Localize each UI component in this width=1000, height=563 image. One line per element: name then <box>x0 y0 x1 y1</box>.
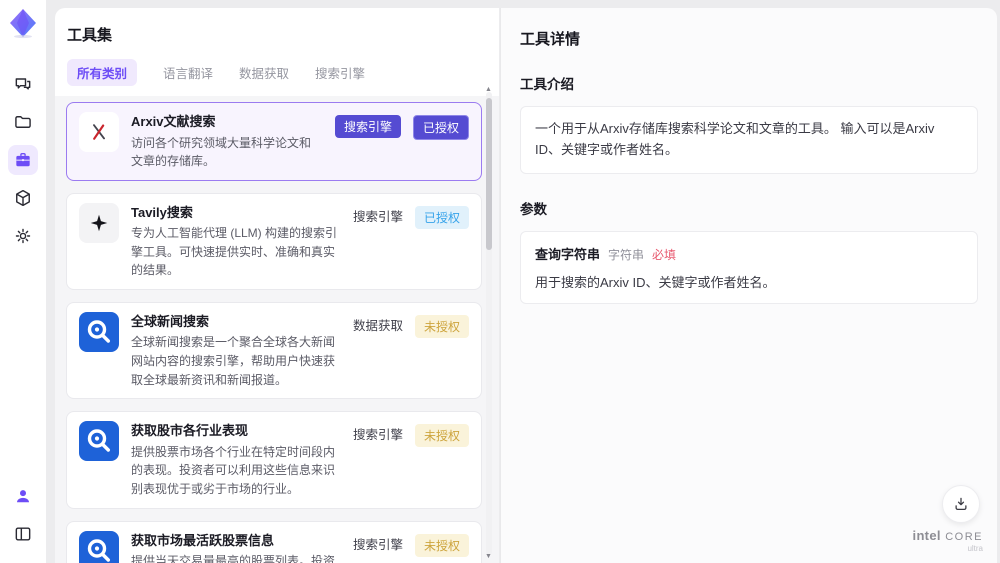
nav-collapse-panel[interactable] <box>8 519 38 549</box>
status-badge: 已授权 <box>414 205 469 229</box>
download-icon <box>955 497 967 510</box>
app-logo-icon <box>10 9 36 39</box>
chat-icon <box>15 78 31 90</box>
nav-user[interactable] <box>8 481 38 511</box>
param-description: 用于搜索的Arxiv ID、关键字或作者姓名。 <box>535 274 776 290</box>
search-logo-icon <box>79 311 119 352</box>
tool-name: Tavily搜索 <box>131 204 193 220</box>
tavily-star-icon <box>79 202 119 243</box>
left-nav-rail <box>0 0 46 563</box>
tool-detail-pane: 工具详情 工具介绍 一个用于从Arxiv存储库搜索科学论文和文章的工具。 输入可… <box>500 8 997 563</box>
tab-data-acquisition[interactable]: 数据获取 <box>239 63 289 82</box>
category-label: 搜索引擎 <box>352 537 403 552</box>
list-scrollbar[interactable]: ▲ ▼ <box>485 86 492 560</box>
briefcase-icon <box>16 152 30 167</box>
category-tabs: 所有类别 语言翻译 数据获取 搜索引擎 <box>55 59 499 96</box>
param-required-label: 必填 <box>652 247 677 262</box>
status-badge: 已授权 <box>412 115 469 140</box>
tool-description: 提供股票市场各个行业在特定时间段内的表现。投资者可以利用这些信息来识别表现优于或… <box>131 444 336 496</box>
intro-heading: 工具介绍 <box>520 77 574 92</box>
scroll-up-arrow[interactable]: ▲ <box>485 86 492 93</box>
category-label: 数据获取 <box>352 318 403 333</box>
status-badge: 未授权 <box>414 424 469 448</box>
param-box: 查询字符串 字符串 必填 用于搜索的Arxiv ID、关键字或作者姓名。 <box>520 230 978 304</box>
ultra-brand-text: ultra <box>967 544 983 553</box>
tool-card-arxiv[interactable]: Arxiv文献搜索 访问各个研究领域大量科学论文和文章的存储库。 搜索引擎 已授… <box>66 102 482 181</box>
tool-description: 全球新闻搜索是一个聚合全球各大新闻网站内容的搜索引擎，帮助用户快速获取全球最新资… <box>131 335 336 387</box>
detail-title: 工具详情 <box>520 31 581 48</box>
tool-name: Arxiv文献搜索 <box>131 114 216 129</box>
tool-description: 提供当天交易量最高的股票列表。投资者可以利用这些信息来识别流动性强的股票和潜在的… <box>131 554 336 563</box>
param-type: 字符串 <box>608 247 645 262</box>
status-badge: 未授权 <box>414 533 469 557</box>
tab-search-engine[interactable]: 搜索引擎 <box>315 63 365 82</box>
tool-card-most-active-stocks[interactable]: 获取市场最活跃股票信息 提供当天交易量最高的股票列表。投资者可以利用这些信息来识… <box>66 520 482 563</box>
gear-icon <box>15 228 31 244</box>
intel-brand-text: intel <box>912 528 941 543</box>
search-logo-icon <box>79 530 119 563</box>
intel-core-logo: intel CORE ultra <box>913 527 983 553</box>
panels-icon <box>15 527 31 541</box>
scroll-down-arrow[interactable]: ▼ <box>485 553 492 560</box>
search-logo-icon <box>79 421 119 462</box>
tool-description: 访问各个研究领域大量科学论文和文章的存储库。 <box>131 135 312 169</box>
nav-tools[interactable] <box>8 145 38 175</box>
tool-list-pane: 工具集 所有类别 语言翻译 数据获取 搜索引擎 Arxiv文献搜索 访问各个研究… <box>55 8 499 563</box>
nav-models[interactable] <box>8 183 38 213</box>
status-badge: 未授权 <box>414 314 469 338</box>
tool-card-tavily[interactable]: Tavily搜索 专为人工智能代理 (LLM) 构建的搜索引擎工具。可快速提供实… <box>66 192 482 290</box>
category-label: 搜索引擎 <box>352 209 403 224</box>
tool-card-global-news[interactable]: 全球新闻搜索 全球新闻搜索是一个聚合全球各大新闻网站内容的搜索引擎，帮助用户快速… <box>66 301 482 400</box>
intro-text: 一个用于从Arxiv存储库搜索科学论文和文章的工具。 输入可以是Arxiv ID… <box>535 121 935 157</box>
nav-files[interactable] <box>8 107 38 137</box>
category-label: 搜索引擎 <box>352 428 403 443</box>
page-title: 工具集 <box>67 27 113 44</box>
tab-language-translation[interactable]: 语言翻译 <box>163 63 213 82</box>
tool-name: 获取市场最活跃股票信息 <box>131 532 275 548</box>
app-window: 工具集 所有类别 语言翻译 数据获取 搜索引擎 Arxiv文献搜索 访问各个研究… <box>0 0 1000 563</box>
tool-description: 专为人工智能代理 (LLM) 构建的搜索引擎工具。可快速提供实时、准确和真实的结… <box>131 226 338 278</box>
core-brand-text: CORE <box>945 531 983 543</box>
params-heading: 参数 <box>520 201 547 217</box>
scrollbar-thumb[interactable] <box>486 98 492 250</box>
param-name: 查询字符串 <box>535 246 601 262</box>
tool-card-sector-performance[interactable]: 获取股市各行业表现 提供股票市场各个行业在特定时间段内的表现。投资者可以利用这些… <box>66 411 482 509</box>
tool-name: 获取股市各行业表现 <box>131 423 249 439</box>
arxiv-logo-icon <box>79 112 119 152</box>
cube-icon <box>16 189 30 207</box>
tab-all-categories[interactable]: 所有类别 <box>67 59 138 86</box>
category-badge: 搜索引擎 <box>334 115 401 138</box>
user-icon <box>17 490 29 503</box>
download-button[interactable] <box>942 485 980 523</box>
tool-name: 全球新闻搜索 <box>131 313 210 329</box>
folder-icon <box>15 116 31 128</box>
intro-box: 一个用于从Arxiv存储库搜索科学论文和文章的工具。 输入可以是Arxiv ID… <box>520 106 978 174</box>
nav-chat[interactable] <box>8 69 38 99</box>
nav-settings[interactable] <box>8 221 38 251</box>
tool-card-list: Arxiv文献搜索 访问各个研究领域大量科学论文和文章的存储库。 搜索引擎 已授… <box>55 96 499 563</box>
